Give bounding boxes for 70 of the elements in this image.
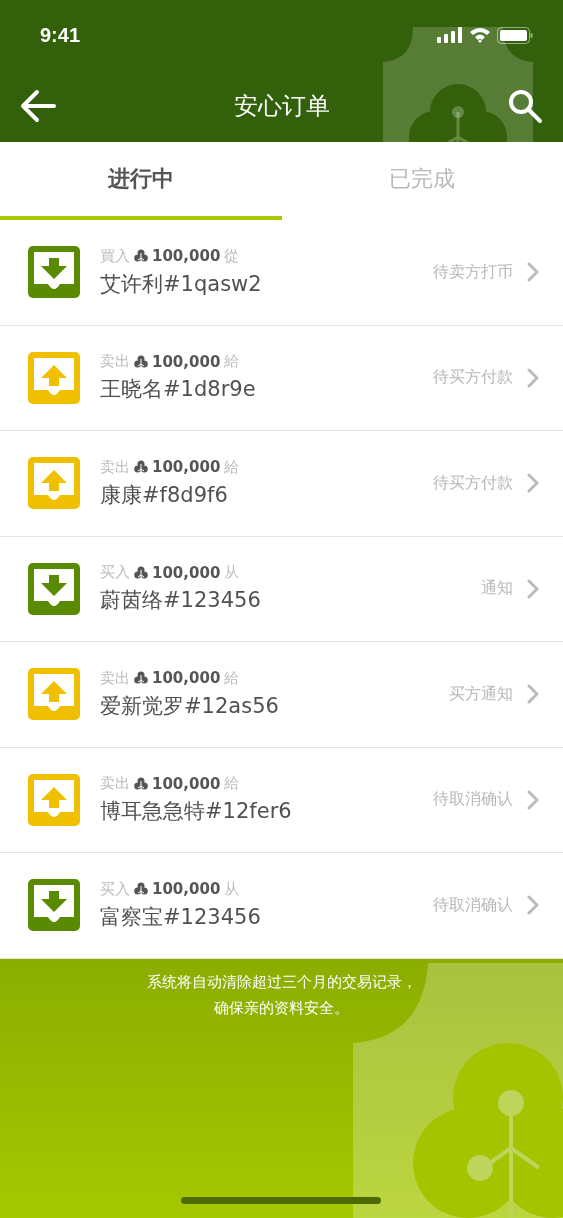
order-type: 卖出 xyxy=(100,668,130,688)
order-row[interactable]: 买入 100,000 从 富察宝#123456 待取消确认 xyxy=(0,853,563,959)
order-type: 買入 xyxy=(100,246,130,266)
back-button[interactable] xyxy=(18,87,58,125)
clover-icon xyxy=(134,671,148,686)
signal-icon xyxy=(437,27,463,43)
counterparty-name: 蔚茵络#123456 xyxy=(100,587,262,615)
order-preposition: 給 xyxy=(224,668,240,688)
order-amount: 100,000 xyxy=(152,352,221,371)
chevron-right-icon xyxy=(527,367,539,388)
counterparty-name: 康康#f8d9f6 xyxy=(100,481,229,509)
chevron-right-icon xyxy=(527,789,539,810)
chevron-right-icon xyxy=(527,895,539,916)
order-row[interactable]: 卖出 100,000 給 博耳急急特#12fer6 待取消确认 xyxy=(0,747,563,853)
order-amount: 100,000 xyxy=(152,458,221,477)
order-preposition: 从 xyxy=(224,879,240,899)
wifi-icon xyxy=(469,27,491,43)
order-status: 买方通知 xyxy=(449,683,513,705)
order-status: 待取消确认 xyxy=(433,789,513,811)
upload-tray-icon xyxy=(28,668,80,721)
clover-icon xyxy=(134,565,148,580)
order-amount: 100,000 xyxy=(152,563,221,582)
clover-icon xyxy=(134,460,148,475)
order-row[interactable]: 卖出 100,000 給 爱新觉罗#12as56 买方通知 xyxy=(0,642,563,748)
status-time: 9:41 xyxy=(40,23,81,47)
download-tray-icon xyxy=(28,246,80,299)
order-preposition: 給 xyxy=(224,774,240,794)
clover-icon xyxy=(134,249,148,264)
chevron-right-icon xyxy=(527,684,539,705)
counterparty-name: 博耳急急特#12fer6 xyxy=(100,798,293,826)
order-type: 卖出 xyxy=(100,457,130,477)
order-type: 买入 xyxy=(100,879,130,899)
chevron-right-icon xyxy=(527,262,539,283)
order-preposition: 从 xyxy=(224,563,240,583)
counterparty-name: 富察宝#123456 xyxy=(100,903,262,931)
upload-tray-icon xyxy=(28,351,80,404)
order-type: 卖出 xyxy=(100,352,130,372)
order-amount: 100,000 xyxy=(152,880,221,899)
page-title: 安心订单 xyxy=(233,91,330,122)
order-amount: 100,000 xyxy=(152,774,221,793)
upload-tray-icon xyxy=(28,457,80,510)
order-status: 待取消确认 xyxy=(433,894,513,916)
order-status: 待买方付款 xyxy=(433,367,513,389)
download-tray-icon xyxy=(28,879,80,932)
order-row[interactable]: 买入 100,000 从 蔚茵络#123456 通知 xyxy=(0,536,563,642)
chevron-right-icon xyxy=(527,578,539,599)
upload-tray-icon xyxy=(28,773,80,826)
order-status: 待买方付款 xyxy=(433,472,513,494)
clover-icon xyxy=(134,882,148,897)
clover-icon xyxy=(134,776,148,791)
order-type: 买入 xyxy=(100,563,130,583)
order-preposition: 從 xyxy=(224,246,240,266)
order-row[interactable]: 卖出 100,000 給 康康#f8d9f6 待买方付款 xyxy=(0,431,563,537)
order-type: 卖出 xyxy=(100,774,130,794)
battery-icon xyxy=(497,26,533,44)
order-row[interactable]: 卖出 100,000 給 王晓名#1d8r9e 待买方付款 xyxy=(0,325,563,431)
order-preposition: 給 xyxy=(224,457,240,477)
order-row[interactable]: 買入 100,000 從 艾许利#1qasw2 待卖方打币 xyxy=(0,220,563,326)
retention-notice: 系统将自动清除超过三个月的交易记录， 确保亲的资料安全。 xyxy=(146,971,417,1019)
order-amount: 100,000 xyxy=(152,669,221,688)
counterparty-name: 艾许利#1qasw2 xyxy=(100,270,263,298)
order-status: 通知 xyxy=(481,578,513,600)
order-status: 待卖方打币 xyxy=(433,261,513,283)
order-preposition: 給 xyxy=(224,352,240,372)
download-tray-icon xyxy=(28,562,80,615)
counterparty-name: 爱新觉罗#12as56 xyxy=(100,692,280,720)
counterparty-name: 王晓名#1d8r9e xyxy=(100,376,257,404)
order-amount: 100,000 xyxy=(152,247,221,266)
chevron-right-icon xyxy=(527,473,539,494)
clover-icon xyxy=(134,354,148,369)
